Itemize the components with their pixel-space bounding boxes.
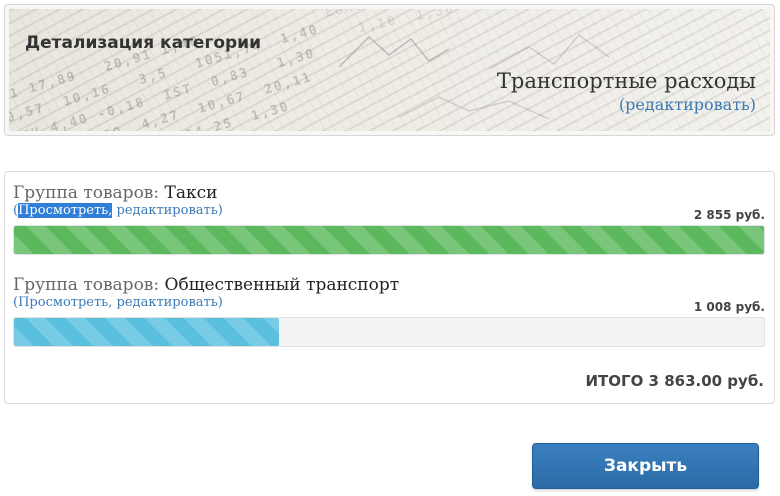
total-amount: ИТОГО 3 863.00 руб. — [585, 372, 764, 390]
group-amount: 2 855 руб. — [693, 208, 765, 222]
newspaper-banner-image: 1051 17,89 20,91 1,40 0,57 10,16 3,5 105… — [9, 9, 770, 131]
edit-group-link[interactable]: редактировать — [117, 203, 218, 218]
group-name: Такси — [164, 183, 218, 203]
group-amount: 1 008 руб. — [693, 300, 765, 314]
view-group-link[interactable]: Просмотреть, — [18, 295, 112, 310]
group-links: (Просмотреть, редактировать) — [13, 295, 765, 310]
group-name: Общественный транспорт — [164, 275, 400, 295]
group-progress-track — [13, 225, 765, 255]
group-links: (Просмотреть, редактировать) — [13, 203, 765, 218]
product-group-taxi: Группа товаров: Такси (Просмотреть, реда… — [13, 183, 765, 255]
group-title-prefix: Группа товаров: — [13, 183, 165, 203]
category-title: Транспортные расходы — [496, 69, 756, 93]
group-title-prefix: Группа товаров: — [13, 275, 165, 295]
link-close-paren: ) — [217, 295, 223, 310]
group-title: Группа товаров: Общественный транспорт — [13, 275, 765, 295]
group-progress-fill — [14, 226, 764, 254]
edit-group-link[interactable]: редактировать — [117, 295, 218, 310]
edit-category-link[interactable]: (редактировать) — [619, 95, 756, 114]
view-group-link[interactable]: Просмотреть, — [18, 203, 113, 218]
group-title: Группа товаров: Такси — [13, 183, 765, 203]
category-detail-heading: Детализация категории — [25, 33, 261, 53]
group-progress-fill — [14, 318, 279, 346]
group-progress-track — [13, 317, 765, 347]
product-group-public-transport: Группа товаров: Общественный транспорт (… — [13, 275, 765, 347]
close-button[interactable]: Закрыть — [532, 443, 759, 489]
link-close-paren: ) — [217, 203, 223, 218]
product-groups-panel: Группа товаров: Такси (Просмотреть, реда… — [4, 171, 775, 404]
category-header-panel: 1051 17,89 20,91 1,40 0,57 10,16 3,5 105… — [4, 4, 775, 136]
